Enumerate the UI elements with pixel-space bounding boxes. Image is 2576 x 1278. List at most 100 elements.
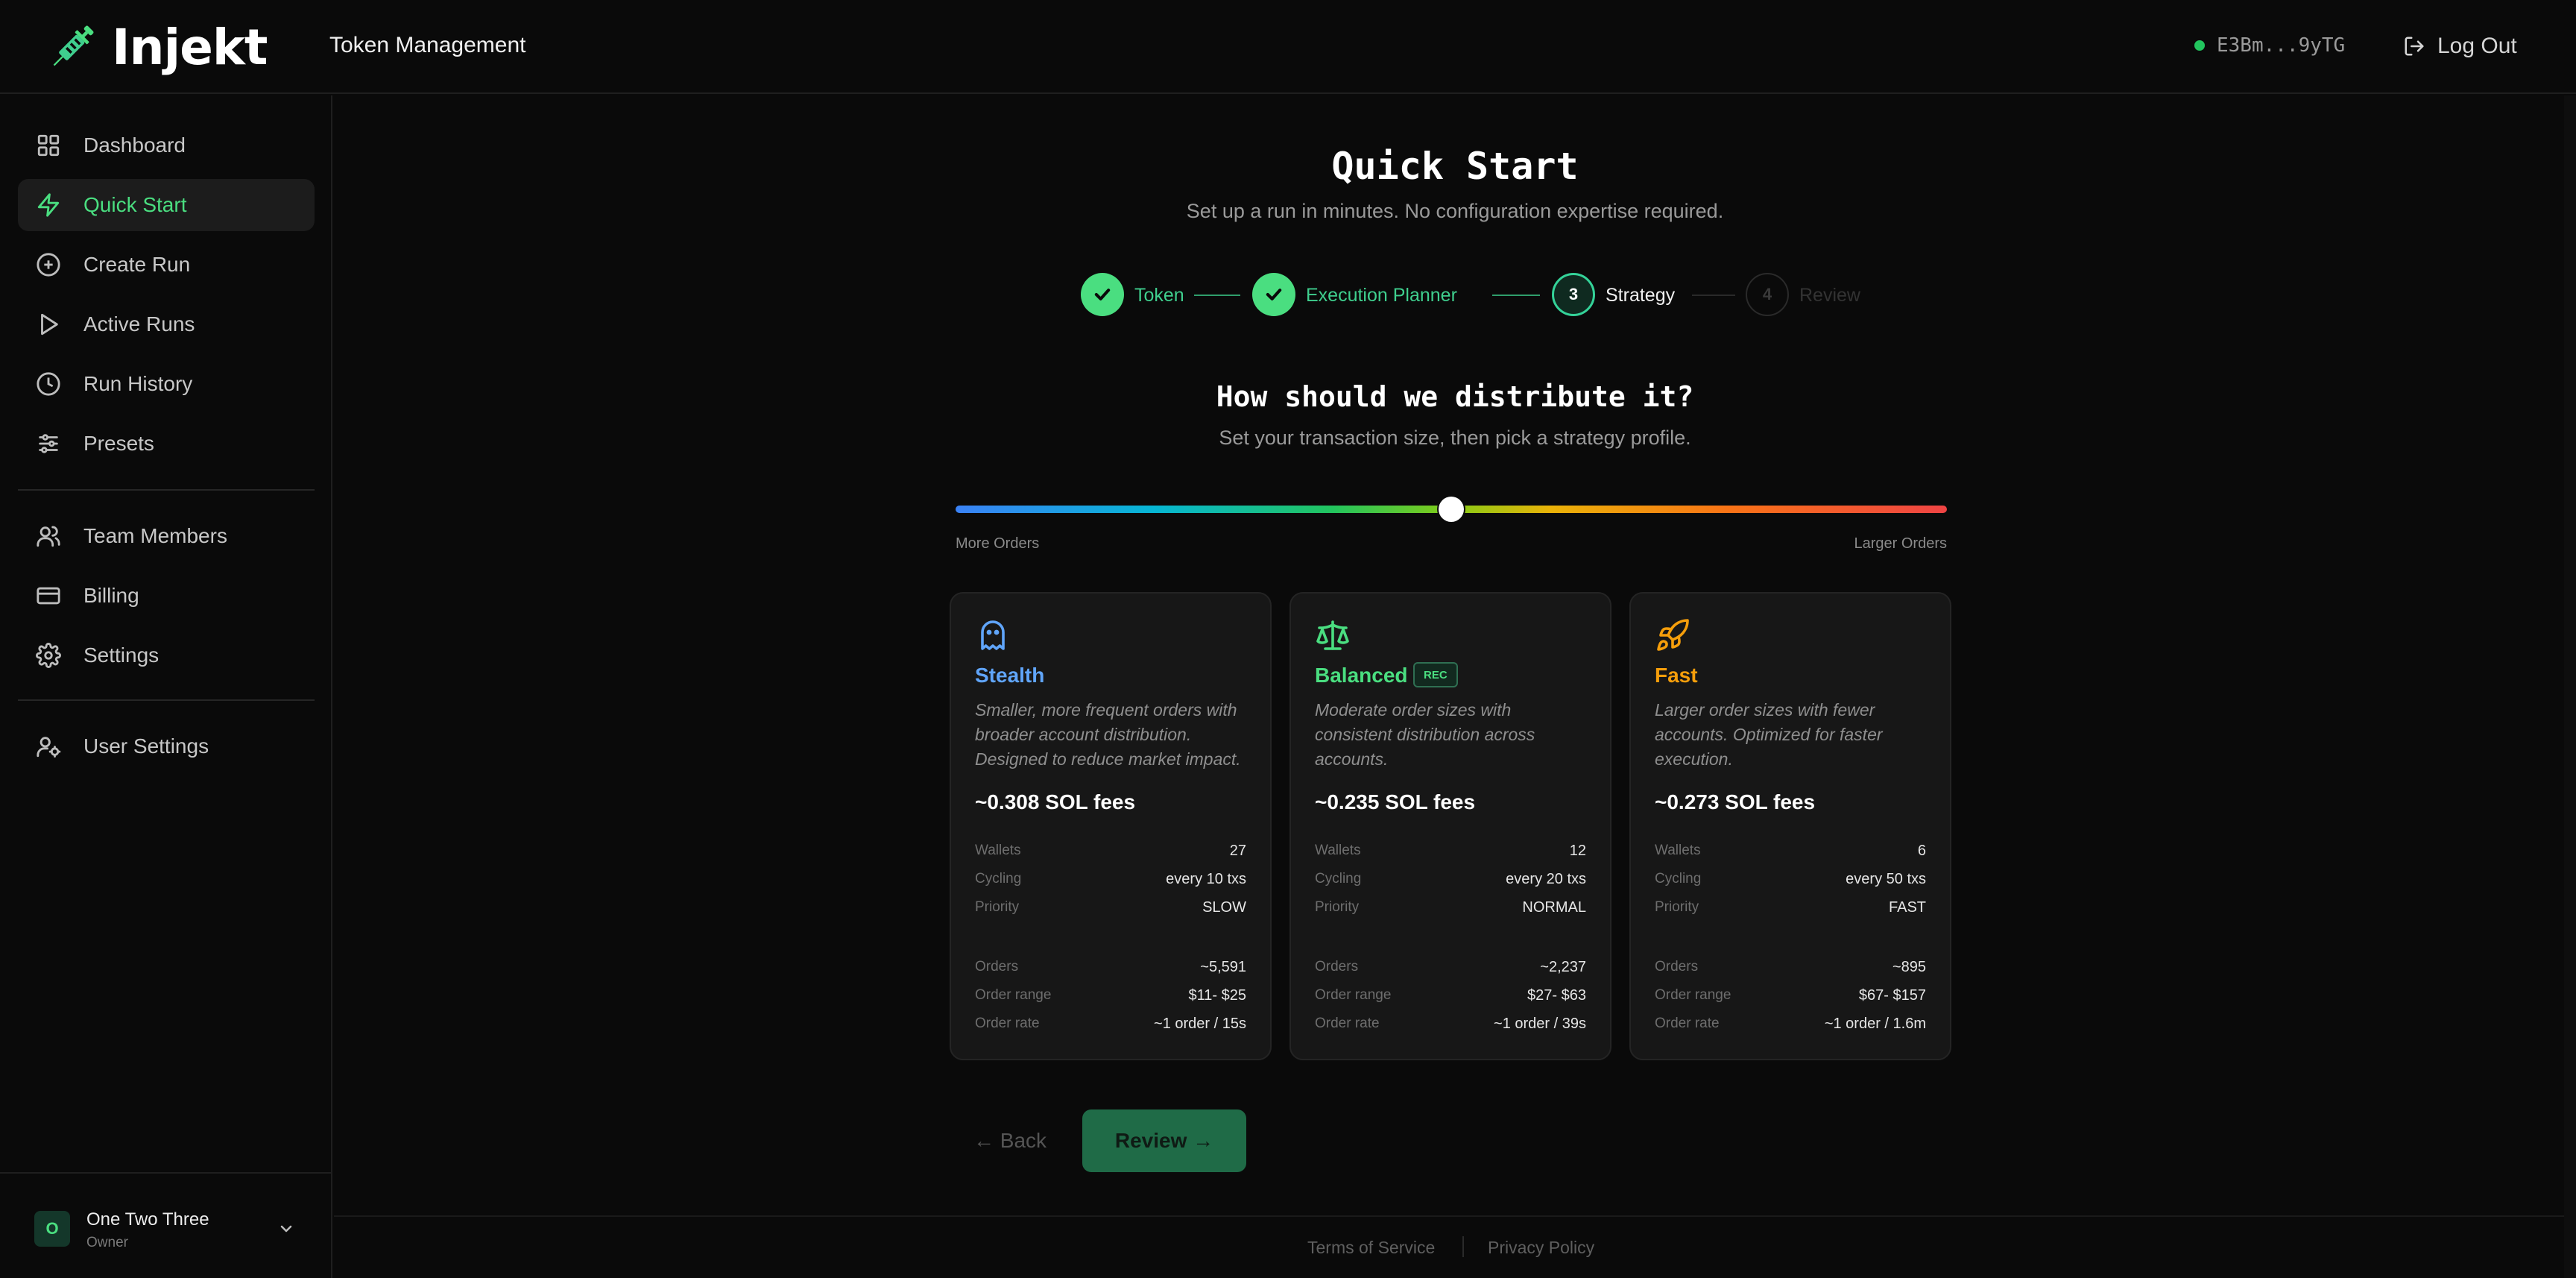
privacy-link[interactable]: Privacy Policy — [1488, 1238, 1594, 1258]
card-fee: ~0.235 SOL fees — [1315, 790, 1476, 813]
stat-value: $11- $25 — [1188, 987, 1246, 1004]
card-description: Larger order sizes with fewer accounts. … — [1655, 700, 1883, 769]
stat-label: Cycling — [1315, 871, 1362, 887]
section-subtitle: Set your transaction size, then pick a s… — [1219, 426, 1691, 449]
stat-value: 27 — [1229, 843, 1246, 859]
strategy-card-fast[interactable]: Fast Larger order sizes with fewer accou… — [1629, 592, 1951, 1060]
sidebar-item-create-run[interactable]: Create Run — [18, 239, 315, 291]
stat-value: every 10 txs — [1166, 871, 1246, 887]
connected-status-dot — [2194, 40, 2205, 51]
slider-max-label: Larger Orders — [1854, 535, 1948, 552]
sidebar-item-label: Presets — [83, 432, 154, 455]
brand-logo[interactable]: Injekt — [45, 18, 268, 76]
order-size-slider-thumb[interactable] — [1439, 497, 1464, 522]
sidebar-item-user-settings[interactable]: User Settings — [18, 720, 315, 772]
stat-label: Order rate — [975, 1016, 1040, 1031]
lightning-icon — [37, 193, 60, 217]
stat-value: 6 — [1917, 843, 1926, 859]
sidebar: Dashboard Quick Start Create Run Active … — [0, 95, 332, 1278]
back-button[interactable]: ← Back — [973, 1109, 1046, 1172]
strategy-card-stealth[interactable]: Stealth Smaller, more frequent orders wi… — [950, 592, 1272, 1060]
gear-icon — [36, 643, 61, 668]
card-icon — [37, 587, 60, 605]
org-avatar: O — [34, 1211, 70, 1247]
stat-value: ~1 order / 39s — [1494, 1016, 1586, 1032]
footer: Terms of Service Privacy Policy — [334, 1215, 2576, 1278]
syringe-icon — [53, 25, 94, 66]
step-4-label: Review — [1799, 285, 1860, 306]
step-3-current[interactable]: 3 — [1552, 273, 1595, 316]
stat-label: Cycling — [1655, 871, 1702, 887]
page-title: Token Management — [329, 33, 526, 57]
org-switcher[interactable]: O One Two Three Owner — [0, 1172, 331, 1278]
scrollbar[interactable] — [2564, 95, 2576, 1278]
stat-label: Order range — [1315, 987, 1392, 1003]
stat-label: Orders — [1655, 959, 1699, 975]
user-gear-icon — [37, 737, 61, 758]
stat-label: Order range — [975, 987, 1052, 1003]
sliders-icon — [39, 434, 58, 453]
slider-min-label: More Orders — [956, 535, 1040, 552]
strategy-card-balanced[interactable]: Balanced REC Moderate order sizes with c… — [1289, 592, 1611, 1060]
sidebar-item-dashboard[interactable]: Dashboard — [18, 119, 315, 171]
stat-label: Cycling — [975, 871, 1022, 887]
stat-value: ~895 — [1892, 959, 1926, 975]
sidebar-item-run-history[interactable]: Run History — [18, 358, 315, 410]
rocket-icon — [1657, 619, 1689, 651]
step-2-label: Execution Planner — [1306, 285, 1457, 306]
sidebar-item-presets[interactable]: Presets — [18, 418, 315, 470]
recommended-badge: REC — [1413, 662, 1458, 687]
card-title: Fast — [1655, 664, 1698, 687]
stat-label: Wallets — [1655, 843, 1701, 858]
stat-value: every 50 txs — [1846, 871, 1926, 887]
users-icon — [37, 526, 60, 547]
sidebar-item-label: Dashboard — [83, 133, 186, 157]
logout-icon — [2405, 37, 2424, 56]
sidebar-item-label: Settings — [83, 643, 160, 667]
stat-value: every 20 txs — [1506, 871, 1586, 887]
terms-link[interactable]: Terms of Service — [1307, 1238, 1435, 1258]
progress-stepper: Token Execution Planner 3 Strategy 4 Rev… — [1081, 273, 1860, 318]
sidebar-item-settings[interactable]: Settings — [18, 629, 315, 682]
sidebar-item-label: Run History — [83, 372, 193, 395]
step-1-complete[interactable] — [1081, 273, 1124, 316]
scale-icon — [1316, 620, 1349, 650]
stat-value: SLOW — [1202, 899, 1246, 916]
logout-button[interactable]: Log Out — [2403, 30, 2517, 63]
wallet-address-text: E3Bm...9yTG — [2217, 34, 2346, 57]
sidebar-item-quick-start[interactable]: Quick Start — [18, 179, 315, 231]
sidebar-item-label: Quick Start — [83, 193, 187, 216]
stat-value: $27- $63 — [1527, 987, 1586, 1004]
step-3-label: Strategy — [1606, 285, 1676, 306]
brand-name: Injekt — [112, 18, 268, 76]
sidebar-item-label: Team Members — [83, 524, 227, 547]
stat-label: Priority — [1315, 899, 1360, 915]
ghost-icon — [981, 620, 1005, 650]
clock-icon — [37, 372, 60, 396]
stat-value: ~5,591 — [1200, 959, 1246, 975]
card-description: Smaller, more frequent orders with broad… — [975, 700, 1241, 769]
stat-label: Orders — [975, 959, 1019, 975]
chevron-down-icon — [280, 1225, 292, 1233]
step-1-label: Token — [1134, 285, 1184, 306]
card-title: Balanced — [1315, 664, 1408, 687]
stat-label: Order rate — [1655, 1016, 1720, 1031]
stat-value: $67- $157 — [1858, 987, 1926, 1004]
sidebar-item-active-runs[interactable]: Active Runs — [18, 298, 315, 350]
footer-divider — [1462, 1236, 1464, 1257]
play-icon — [41, 313, 58, 336]
step-2-complete[interactable] — [1252, 273, 1295, 316]
stat-label: Wallets — [1315, 843, 1361, 858]
sidebar-item-billing[interactable]: Billing — [18, 570, 315, 622]
sidebar-item-label: Billing — [83, 584, 139, 607]
review-button[interactable]: Review → — [1082, 1109, 1246, 1172]
sidebar-item-team-members[interactable]: Team Members — [18, 510, 315, 562]
plus-circle-icon — [37, 253, 60, 277]
card-title: Stealth — [975, 664, 1045, 687]
check-icon — [1266, 289, 1282, 300]
wallet-address[interactable]: E3Bm...9yTG — [2194, 34, 2345, 57]
sidebar-item-label: User Settings — [83, 734, 209, 758]
main-content: Quick Start Set up a run in minutes. No … — [334, 95, 2576, 1278]
step-4-pending: 4 — [1746, 273, 1789, 316]
logout-label: Log Out — [2437, 34, 2517, 58]
